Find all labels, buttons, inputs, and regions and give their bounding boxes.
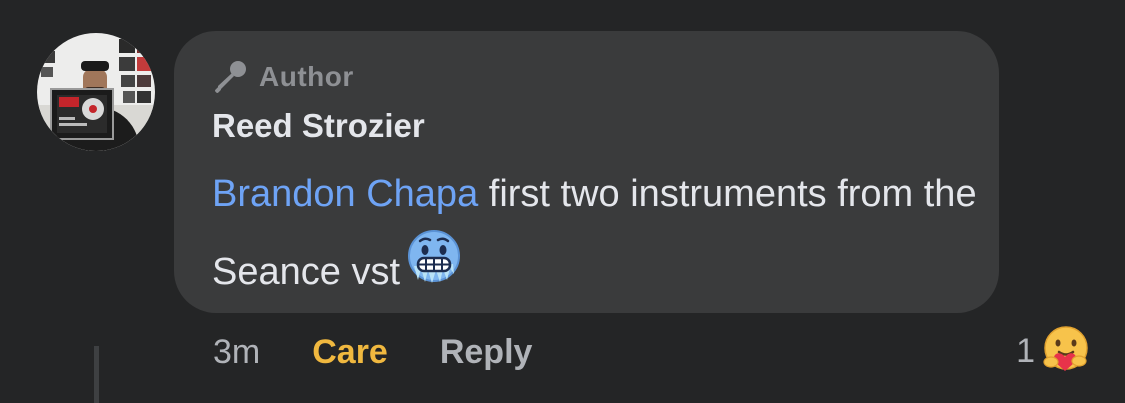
cold-face-emoji [406, 228, 462, 311]
author-badge-label: Author [259, 61, 354, 92]
author-badge: Author [211, 57, 354, 97]
microphone-icon [215, 61, 246, 93]
care-hug-emoji [1041, 324, 1091, 379]
comment-timestamp[interactable]: 3m [213, 333, 260, 372]
avatar[interactable] [37, 33, 155, 151]
comment-body: Brandon Chapa first two instruments from… [212, 155, 982, 311]
thread-line [94, 346, 99, 403]
comment-bubble: Author Reed Strozier Brandon Chapa first… [174, 31, 999, 313]
comment-screen: Author Reed Strozier Brandon Chapa first… [0, 0, 1125, 403]
mention-link[interactable]: Brandon Chapa [212, 173, 478, 215]
reaction-count: 1 [1016, 331, 1035, 370]
care-reaction-button[interactable]: Care [312, 333, 388, 372]
comment-author-name[interactable]: Reed Strozier [212, 107, 425, 145]
reply-button[interactable]: Reply [440, 333, 533, 372]
comment-actions: 3m Care Reply [213, 330, 532, 374]
reaction-summary[interactable]: 1 [1016, 324, 1091, 379]
